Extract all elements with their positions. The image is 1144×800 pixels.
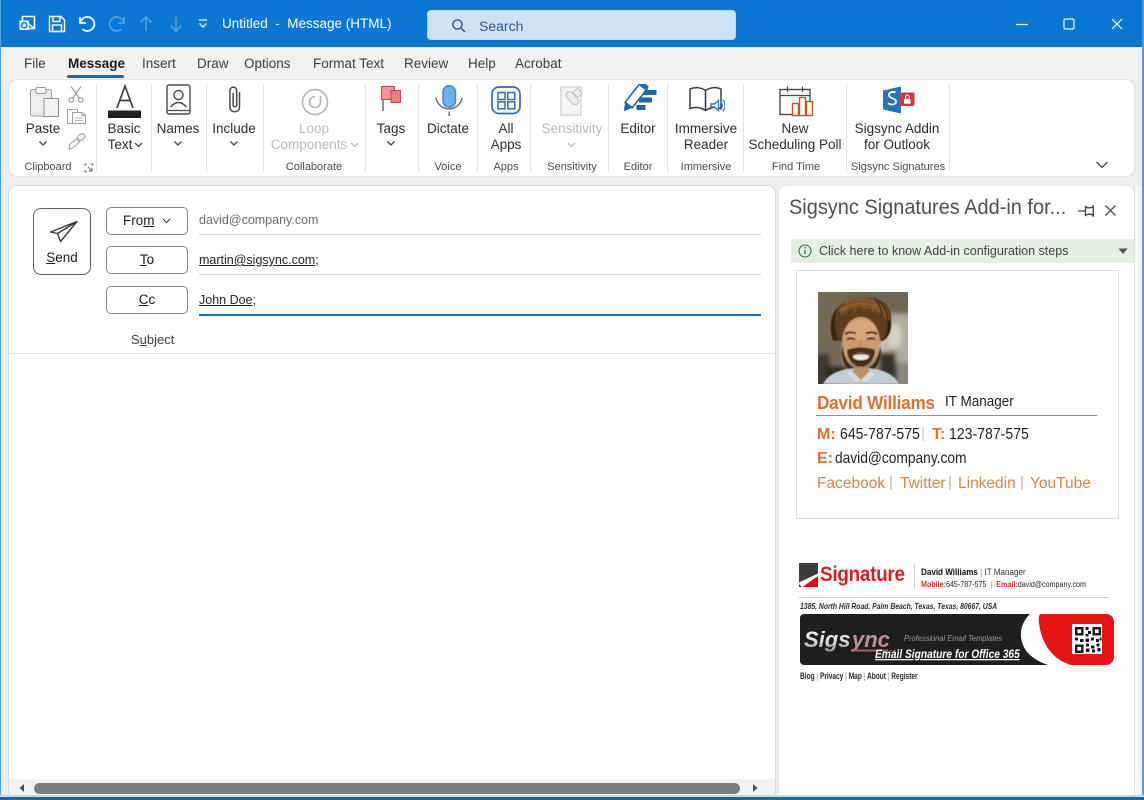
svg-text:Professional Email Templates: Professional Email Templates <box>904 634 1002 644</box>
svg-text:Email Signature for Office 365: Email Signature for Office 365 <box>875 648 1021 661</box>
svg-text:Sigs: Sigs <box>804 627 850 652</box>
